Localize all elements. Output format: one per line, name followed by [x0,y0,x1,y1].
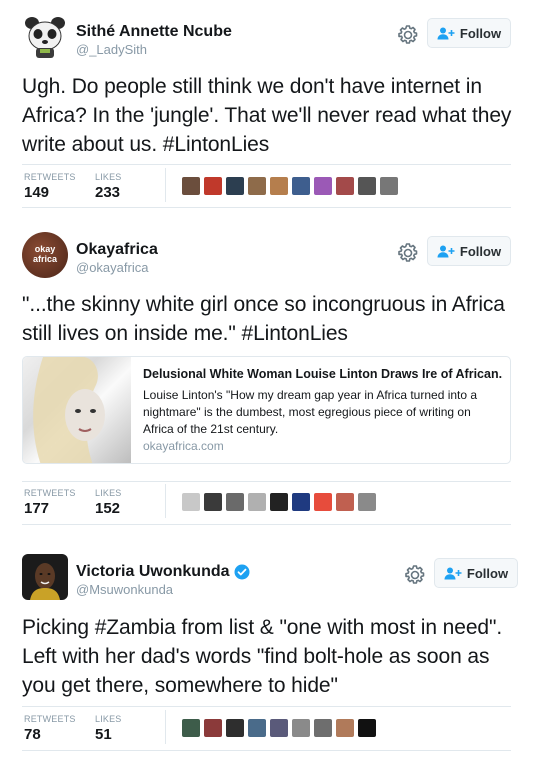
tweet-text: Picking #Zambia from list & "one with mo… [22,616,503,697]
liker-avatar[interactable] [380,177,398,195]
card-description: Louise Linton's "How my dream gap year i… [143,388,478,436]
display-name[interactable]: Victoria Uwonkunda [76,563,230,581]
liker-avatar[interactable] [314,177,332,195]
liker-avatar[interactable] [314,493,332,511]
add-user-icon [444,567,462,579]
gear-icon[interactable] [405,565,425,585]
liker-avatar[interactable] [182,493,200,511]
avatar[interactable]: okay africa [22,232,68,278]
card-title: Delusional White Woman Louise Linton Dra… [143,367,503,381]
liker-avatar[interactable] [292,719,310,737]
liker-avatar[interactable] [226,177,244,195]
liker-avatar[interactable] [292,177,310,195]
liker-avatar[interactable] [204,177,222,195]
divider [22,207,511,208]
liker-avatar[interactable] [226,719,244,737]
liker-avatars [182,719,376,737]
liker-avatar[interactable] [336,493,354,511]
likes-count[interactable]: 233 [95,184,120,201]
retweets-label: RETWEETS [24,172,76,182]
liker-avatar[interactable] [358,493,376,511]
liker-avatar[interactable] [336,719,354,737]
liker-avatar[interactable] [248,177,266,195]
display-name[interactable]: Okayafrica [76,241,158,259]
liker-avatar[interactable] [314,719,332,737]
liker-avatar[interactable] [248,719,266,737]
likes-label: LIKES [95,488,122,498]
likes-label: LIKES [95,172,122,182]
username[interactable]: @okayafrica [76,260,148,275]
stats-separator [165,710,166,744]
liker-avatars [182,177,398,195]
liker-avatar[interactable] [204,493,222,511]
liker-avatar[interactable] [182,719,200,737]
follow-label: Follow [459,243,502,259]
liker-avatar[interactable] [336,177,354,195]
card-image [23,357,131,463]
follow-label: Follow [466,565,509,581]
liker-avatar[interactable] [358,719,376,737]
stats-separator [165,168,166,202]
retweets-count[interactable]: 78 [24,726,41,743]
follow-button[interactable]: Follow [427,18,511,48]
avatar[interactable] [22,554,68,600]
liker-avatar[interactable] [270,493,288,511]
likes-count[interactable]: 51 [95,726,112,743]
liker-avatar[interactable] [270,177,288,195]
liker-avatar[interactable] [226,493,244,511]
divider [22,706,511,707]
divider [22,750,511,751]
follow-button[interactable]: Follow [434,558,518,588]
retweets-count[interactable]: 177 [24,500,49,517]
link-card[interactable]: Delusional White Woman Louise Linton Dra… [22,356,511,464]
add-user-icon [437,245,455,257]
stats-separator [165,484,166,518]
follow-button[interactable]: Follow [427,236,511,266]
avatar[interactable] [22,14,68,60]
username[interactable]: @Msuwonkunda [76,582,173,597]
avatar-logo-text: okay africa [32,244,58,264]
verified-badge-icon [234,564,250,580]
divider [22,524,511,525]
liker-avatars [182,493,376,511]
liker-avatar[interactable] [248,493,266,511]
likes-count[interactable]: 152 [95,500,120,517]
username[interactable]: @_LadySith [76,42,147,57]
likes-label: LIKES [95,714,122,724]
liker-avatar[interactable] [358,177,376,195]
gear-icon[interactable] [398,25,418,45]
retweets-count[interactable]: 149 [24,184,49,201]
retweets-label: RETWEETS [24,714,76,724]
liker-avatar[interactable] [270,719,288,737]
follow-label: Follow [459,25,502,41]
tweet-text: Ugh. Do people still think we don't have… [22,75,512,156]
add-user-icon [437,27,455,39]
gear-icon[interactable] [398,243,418,263]
retweets-label: RETWEETS [24,488,76,498]
divider [22,164,511,165]
liker-avatar[interactable] [204,719,222,737]
liker-avatar[interactable] [292,493,310,511]
card-domain: okayafrica.com [143,439,224,453]
liker-avatar[interactable] [182,177,200,195]
tweet-text: "...the skinny white girl once so incong… [22,293,505,345]
divider [22,481,511,482]
display-name[interactable]: Sithé Annette Ncube [76,23,232,41]
